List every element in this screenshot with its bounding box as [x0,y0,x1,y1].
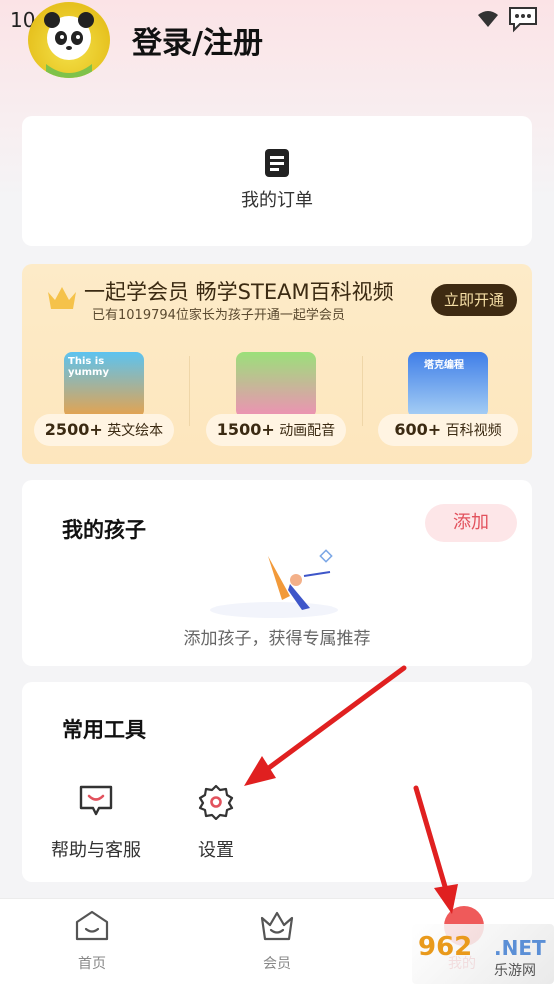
divider [362,356,363,426]
vip-item-label: 英文绘本 [107,423,164,439]
site-watermark: 962 .NET 乐游网 [412,924,554,984]
vip-crown-icon [48,287,76,309]
vip-item-picture-books[interactable]: This is yummy 2500+ 英文绘本 [34,348,174,448]
my-children-title: 我的孩子 [62,518,146,542]
common-tools-title: 常用工具 [62,718,146,742]
tab-home[interactable]: 首页 [32,899,152,984]
vip-item-count: 600+ [394,420,442,439]
my-orders-card[interactable]: 我的订单 [22,116,532,246]
watermark-sub: 乐游网 [494,963,536,979]
my-children-card: 我的孩子 添加 添加孩子，获得专属推荐 [22,480,532,666]
vip-title: 一起学会员 畅学STEAM百科视频 [84,280,394,304]
avatar[interactable] [28,2,110,78]
chat-bubble-icon [509,7,537,33]
help-support-tool[interactable]: 帮助与客服 [36,782,156,872]
picture-book-thumbnail: This is yummy [64,352,144,418]
vip-subtitle: 已有1019794位家长为孩子开通一起学会员 [92,308,345,323]
thumbnail-caption: 塔克编程 [424,360,464,371]
vip-item-count: 2500+ [44,420,103,439]
wifi-icon [478,11,498,27]
add-child-button[interactable]: 添加 [425,504,517,542]
tab-vip[interactable]: 会员 [217,899,337,984]
vip-item-dubbing[interactable]: 1500+ 动画配音 [206,348,346,448]
divider [189,356,190,426]
common-tools-card: 常用工具 帮助与客服 设置 [22,682,532,882]
watermark-net: .NET [494,936,546,960]
gear-icon [198,784,234,820]
settings-tool[interactable]: 设置 [156,782,276,872]
help-message-icon [79,785,113,816]
vip-item-videos[interactable]: 塔克编程 600+ 百科视频 [378,348,518,448]
vip-item-pill: 600+ 百科视频 [378,414,518,446]
add-child-tip: 添加孩子，获得专属推荐 [183,629,371,649]
crown-icon [260,911,294,941]
kite-girl-illustration [210,549,338,618]
vip-item-label: 百科视频 [445,423,502,439]
vip-item-pill: 2500+ 英文绘本 [34,414,174,446]
video-thumbnail: 塔克编程 [408,352,488,418]
vip-item-count: 1500+ [216,420,275,439]
vip-open-button[interactable]: 立即开通 [431,284,517,316]
settings-label: 设置 [198,840,234,861]
login-register-title[interactable]: 登录/注册 [132,18,263,62]
tab-home-label: 首页 [78,956,106,972]
help-support-label: 帮助与客服 [51,840,141,861]
dubbing-thumbnail [236,352,316,418]
status-icons [476,4,540,34]
order-document-icon [265,149,289,177]
vip-promo-card[interactable]: 一起学会员 畅学STEAM百科视频 已有1019794位家长为孩子开通一起学会员… [22,264,532,464]
tab-vip-label: 会员 [263,956,291,972]
vip-item-pill: 1500+ 动画配音 [206,414,346,446]
vip-item-label: 动画配音 [279,423,336,439]
my-orders-label: 我的订单 [241,190,313,211]
watermark-number: 962 [418,932,473,962]
home-icon [75,910,109,941]
thumbnail-caption: This is yummy [68,356,109,378]
panda-avatar-icon [44,12,94,78]
